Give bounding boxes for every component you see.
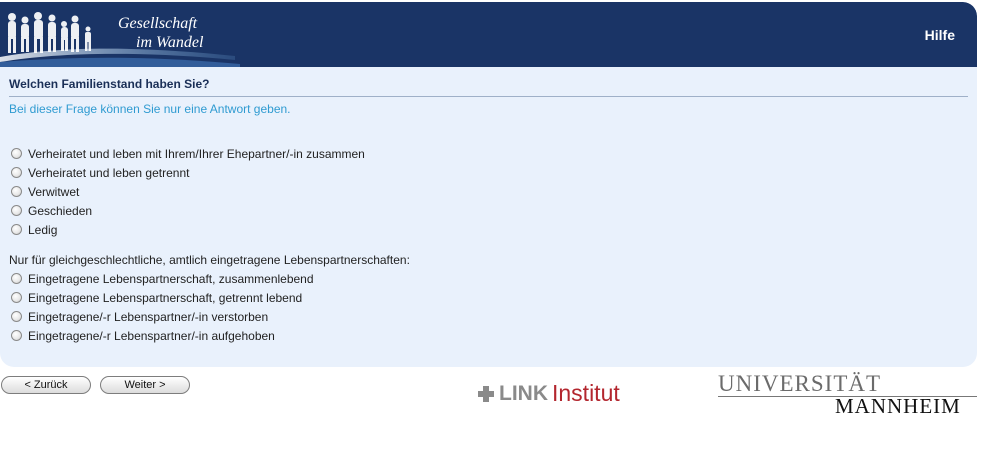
radio-button[interactable] <box>11 224 22 235</box>
institut-wordmark: Institut <box>552 380 620 406</box>
option-label: Geschieden <box>28 203 93 218</box>
radio-button[interactable] <box>11 273 22 284</box>
question-instruction: Bei dieser Frage können Sie nur eine Ant… <box>9 102 291 116</box>
option-label: Eingetragene Lebenspartnerschaft, getren… <box>28 290 303 305</box>
question-title: Welchen Familienstand haben Sie? <box>9 77 210 91</box>
option-label: Eingetragene/-r Lebenspartner/-in aufgeh… <box>28 328 275 343</box>
option-label: Verheiratet und leben getrennt <box>28 165 190 180</box>
option-verheiratet-zusammen[interactable]: Verheiratet und leben mit Ihrem/Ihrer Eh… <box>11 145 365 162</box>
logo-text: Gesellschaft im Wandel <box>118 14 203 52</box>
help-link[interactable]: Hilfe <box>925 27 955 43</box>
universitaet-mannheim-logo: UNIVERSITÄT MANNHEIM <box>718 371 977 418</box>
option-lp-getrennt[interactable]: Eingetragene Lebenspartnerschaft, getren… <box>11 289 302 306</box>
option-label: Verheiratet und leben mit Ihrem/Ihrer Eh… <box>28 146 365 161</box>
radio-button[interactable] <box>11 330 22 341</box>
next-button[interactable]: Weiter > <box>100 376 190 394</box>
option-verheiratet-getrennt[interactable]: Verheiratet und leben getrennt <box>11 164 189 181</box>
option-label: Verwitwet <box>28 184 80 199</box>
radio-button[interactable] <box>11 311 22 322</box>
back-button[interactable]: < Zurück <box>1 376 91 394</box>
option-label: Eingetragene/-r Lebenspartner/-in versto… <box>28 309 269 324</box>
option-lp-aufgehoben[interactable]: Eingetragene/-r Lebenspartner/-in aufgeh… <box>11 327 275 344</box>
logo-line1: Gesellschaft <box>118 15 198 32</box>
option-label: Ledig <box>28 222 58 237</box>
link-cross-icon <box>478 385 494 402</box>
gesellschaft-im-wandel-logo: Gesellschaft im Wandel <box>0 2 240 67</box>
logo-line2: im Wandel <box>136 34 204 51</box>
divider <box>9 96 968 97</box>
option-geschieden[interactable]: Geschieden <box>11 202 92 219</box>
radio-button[interactable] <box>11 292 22 303</box>
link-wordmark: LINK <box>499 381 548 405</box>
header-bar: Gesellschaft im Wandel Hilfe <box>0 2 977 67</box>
radio-button[interactable] <box>11 167 22 178</box>
radio-button[interactable] <box>11 205 22 216</box>
radio-button[interactable] <box>11 148 22 159</box>
partnership-section-label: Nur für gleichgeschlechtliche, amtlich e… <box>9 253 410 267</box>
link-institut-logo: LINK Institut <box>478 380 620 407</box>
radio-button[interactable] <box>11 186 22 197</box>
option-label: Eingetragene Lebenspartnerschaft, zusamm… <box>28 271 314 286</box>
option-verwitwet[interactable]: Verwitwet <box>11 183 79 200</box>
option-ledig[interactable]: Ledig <box>11 221 57 238</box>
uni-line1: UNIVERSITÄT <box>718 371 882 396</box>
uni-line2: MANNHEIM <box>835 394 961 418</box>
option-lp-verstorben[interactable]: Eingetragene/-r Lebenspartner/-in versto… <box>11 308 268 325</box>
option-lp-zusammenlebend[interactable]: Eingetragene Lebenspartnerschaft, zusamm… <box>11 270 314 287</box>
